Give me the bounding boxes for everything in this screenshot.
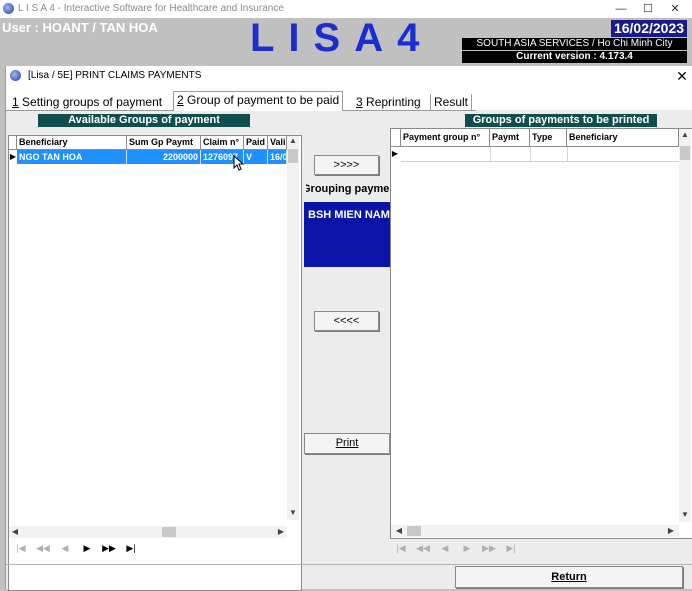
cell-divider	[530, 147, 531, 161]
prev-page-icon[interactable]: ◀◀	[416, 543, 430, 554]
hscroll-thumb[interactable]	[407, 526, 421, 536]
printed-groups-title: Groups of payments to be printed	[465, 114, 657, 127]
col-paid[interactable]: Paid	[244, 136, 268, 149]
col-beneficiary[interactable]: Beneficiary	[567, 129, 679, 146]
col-type[interactable]: Type	[530, 129, 567, 146]
tab-label: Result	[434, 95, 469, 109]
return-button[interactable]: Return	[455, 566, 683, 588]
next-page-icon[interactable]: ▶▶	[102, 543, 116, 554]
scroll-thumb[interactable]	[288, 149, 298, 163]
app-title: L I S A 4 - Interactive Software for Hea…	[18, 3, 284, 14]
available-grid-hscroll[interactable]: ◀ ▶	[9, 526, 287, 538]
tab-reprinting[interactable]: 3 Reprinting	[353, 94, 424, 110]
prev-page-icon[interactable]: ◀◀	[36, 543, 50, 554]
cell-sum: 2200000	[127, 150, 201, 164]
app-logo-icon	[3, 3, 14, 14]
version-label: Current version : 4.173.4	[462, 51, 687, 63]
scroll-left-icon[interactable]: ◀	[9, 527, 21, 536]
prev-record-icon[interactable]: ◀	[58, 543, 72, 554]
tab-label: Group of payment to be paid	[183, 93, 340, 107]
remove-from-print-button[interactable]: <<<<	[314, 311, 379, 331]
cell-divider	[567, 147, 568, 161]
dialog-icon	[10, 70, 21, 81]
dialog-close-icon[interactable]: ✕	[674, 68, 690, 84]
scroll-down-icon[interactable]: ▼	[679, 510, 691, 519]
mouse-cursor-icon	[233, 155, 245, 171]
tab-result[interactable]: Result	[430, 94, 473, 110]
cell-beneficiary: NGO TAN HOA	[17, 150, 127, 164]
scroll-left-icon[interactable]: ◀	[393, 526, 405, 535]
lisa-logo: LISA4	[250, 16, 434, 60]
last-record-icon[interactable]: ▶|	[504, 543, 518, 554]
tab-number: 3	[356, 95, 363, 109]
user-label: User : HOANT / TAN HOA	[2, 20, 158, 35]
col-validity[interactable]: Vali	[268, 136, 287, 149]
scroll-right-icon[interactable]: ▶	[665, 526, 677, 535]
company-label: SOUTH ASIA SERVICES / Ho Chi Minh City	[462, 38, 687, 50]
cell-divider	[490, 147, 491, 161]
tab-label: Setting groups of payment	[18, 95, 163, 109]
next-page-icon[interactable]: ▶▶	[482, 543, 496, 554]
minimize-button[interactable]: —	[610, 1, 632, 17]
row-header-corner	[9, 136, 17, 149]
col-beneficiary[interactable]: Beneficiary	[17, 136, 127, 149]
footer-divider	[6, 564, 692, 565]
maximize-button[interactable]: ☐	[637, 1, 659, 17]
col-sum-gp-paymt[interactable]: Sum Gp Paymt	[127, 136, 201, 149]
scroll-up-icon[interactable]: ▲	[679, 130, 691, 139]
available-grid-vscroll[interactable]: ▲ ▼	[287, 136, 299, 520]
grouping-payment-label: Grouping payment	[306, 183, 394, 195]
printed-grid-hscroll[interactable]: ◀ ▶	[391, 525, 679, 537]
add-to-print-button[interactable]: >>>>	[314, 155, 379, 175]
current-date: 16/02/2023	[611, 20, 687, 37]
printed-groups-grid[interactable]: Payment group n° Paymt Type Beneficiary …	[390, 128, 692, 539]
tab-label: Reprinting	[362, 95, 421, 109]
scroll-up-icon[interactable]: ▲	[287, 136, 299, 145]
tab-number: 1	[12, 95, 19, 109]
col-claim-no[interactable]: Claim n°	[201, 136, 244, 149]
row-header-corner	[391, 129, 401, 146]
col-payment-group[interactable]: Payment group n°	[401, 129, 490, 146]
table-row[interactable]: NGO TAN HOA 2200000 1276097 V 16/0	[17, 150, 287, 164]
print-claims-dialog: [Lisa / 5E] PRINT CLAIMS PAYMENTS ✕ 1 Se…	[5, 66, 692, 591]
available-groups-grid[interactable]: Beneficiary Sum Gp Paymt Claim n° Paid V…	[8, 135, 302, 591]
close-app-button[interactable]: ✕	[664, 1, 686, 17]
printed-grid-header: Payment group n° Paymt Type Beneficiary	[391, 129, 679, 147]
col-paymt[interactable]: Paymt	[490, 129, 530, 146]
next-record-icon[interactable]: ▶	[460, 543, 474, 554]
last-record-icon[interactable]: ▶|	[124, 543, 138, 554]
available-grid-header: Beneficiary Sum Gp Paymt Claim n° Paid V…	[9, 136, 287, 150]
grouping-payment-text: Grouping payment	[306, 183, 394, 195]
scroll-thumb[interactable]	[680, 146, 690, 160]
next-record-icon[interactable]: ▶	[80, 543, 94, 554]
scroll-right-icon[interactable]: ▶	[275, 527, 287, 536]
grouping-payment-list[interactable]: BSH MIEN NAM	[304, 202, 390, 267]
table-row[interactable]	[401, 147, 679, 162]
print-button[interactable]: Print	[304, 433, 390, 454]
dialog-titlebar: [Lisa / 5E] PRINT CLAIMS PAYMENTS ✕	[6, 66, 692, 86]
current-row-indicator: ▶	[9, 152, 17, 161]
prev-record-icon[interactable]: ◀	[438, 543, 452, 554]
grouping-payment-item[interactable]: BSH MIEN NAM	[308, 209, 390, 221]
tab-setting-groups[interactable]: 1 Setting groups of payment	[9, 94, 165, 110]
first-record-icon[interactable]: |◀	[394, 543, 408, 554]
app-header: User : HOANT / TAN HOA LISA4 16/02/2023 …	[0, 16, 692, 66]
hscroll-thumb[interactable]	[162, 527, 176, 537]
cell-validity: 16/0	[270, 150, 287, 164]
dialog-title: [Lisa / 5E] PRINT CLAIMS PAYMENTS	[28, 70, 202, 81]
tab-group-to-be-paid[interactable]: 2 Group of payment to be paid	[173, 91, 344, 111]
current-row-indicator: ▶	[391, 149, 399, 158]
first-record-icon[interactable]: |◀	[14, 543, 28, 554]
tab-number: 2	[177, 93, 184, 107]
printed-grid-vscroll[interactable]: ▲ ▼	[679, 129, 691, 522]
cell-paid: V	[244, 150, 268, 164]
scroll-down-icon[interactable]: ▼	[287, 508, 299, 517]
available-groups-title: Available Groups of payment	[38, 114, 250, 127]
